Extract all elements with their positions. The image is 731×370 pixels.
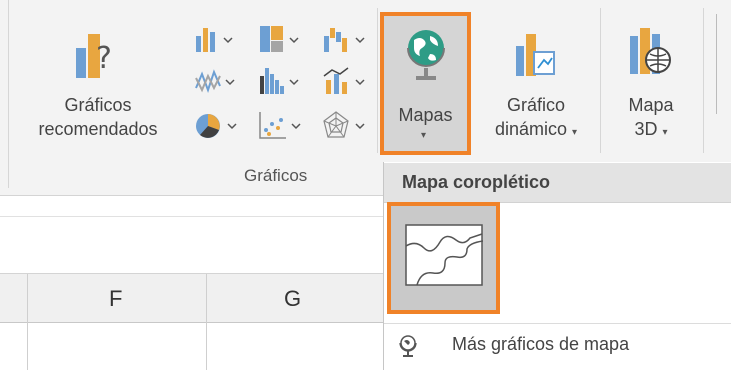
column-headers [0, 274, 383, 323]
globe-small-icon [399, 335, 417, 357]
map-3d-label-2: 3D ▾ [606, 118, 696, 144]
column-divider [27, 274, 28, 370]
ribbon-cutoff-edge [716, 14, 725, 114]
pivot-chart-label-1: Gráfico [506, 95, 566, 115]
formula-bar-area [0, 196, 383, 274]
combo-chart-button[interactable] [318, 64, 376, 100]
filled-map-button[interactable] [387, 202, 500, 314]
pivot-chart-label-text: dinámico [494, 119, 567, 139]
column-chart-icon [196, 28, 233, 52]
statistic-chart-button[interactable] [254, 64, 312, 100]
map-3d-label-text: 3D [634, 119, 658, 139]
pivot-chart-label-2: dinámico ▾ [478, 118, 594, 144]
recommended-charts-label-2: recomendados [38, 119, 158, 139]
waterfall-chart-button[interactable] [318, 22, 376, 58]
column-chart-button[interactable] [190, 22, 248, 58]
globe-icon [407, 30, 445, 80]
more-map-charts-item[interactable]: Más gráficos de mapa [390, 328, 720, 364]
column-header-g[interactable]: G [284, 286, 301, 312]
group-separator [377, 8, 378, 153]
pivot-chart-icon [516, 34, 555, 76]
radar-chart-button[interactable] [318, 108, 376, 144]
pivot-chart-button[interactable]: Gráfico dinámico ▾ [478, 16, 594, 156]
choropleth-section-title: Mapa coroplético [402, 172, 551, 192]
waterfall-chart-icon [324, 28, 365, 52]
scatter-chart-button[interactable] [254, 108, 312, 144]
group-separator-2 [600, 8, 601, 153]
map-3d-icon [630, 28, 671, 74]
recommended-charts-icon: ? [76, 34, 112, 78]
statistic-chart-icon [260, 68, 299, 94]
line-chart-button[interactable] [190, 64, 248, 100]
maps-button[interactable]: Mapas ▾ [380, 12, 471, 155]
maps-label: Mapas [398, 105, 453, 125]
map-3d-button[interactable]: Mapa 3D ▾ [606, 16, 696, 156]
scatter-chart-icon [259, 112, 301, 139]
ribbon-edge [8, 0, 9, 188]
pie-chart-icon [196, 114, 237, 138]
more-map-charts-label: Más gráficos de mapa [452, 334, 630, 354]
hierarchy-chart-icon [260, 26, 299, 52]
filled-map-icon [405, 224, 483, 286]
recommended-charts-label-1: Gráficos [64, 95, 132, 115]
charts-group-label: Gráficos [244, 166, 308, 185]
map-3d-caret: ▾ [662, 127, 668, 138]
hierarchy-chart-button[interactable] [254, 22, 312, 58]
dropdown-divider [384, 323, 731, 324]
recommended-charts-button[interactable]: ? Gráficos recomendados [18, 16, 178, 156]
pie-chart-button[interactable] [190, 108, 248, 144]
pivot-chart-caret: ▾ [572, 127, 578, 138]
line-chart-icon [195, 69, 235, 93]
maps-dropdown-caret: ▾ [421, 130, 427, 141]
formula-bar-line [0, 216, 383, 217]
group-separator-3 [703, 8, 704, 153]
column-divider [206, 274, 207, 370]
radar-chart-icon [323, 111, 365, 138]
map-3d-label-1: Mapa [628, 95, 674, 115]
svg-text:?: ? [96, 41, 112, 76]
column-header-f[interactable]: F [109, 286, 122, 312]
combo-chart-icon [323, 67, 365, 94]
